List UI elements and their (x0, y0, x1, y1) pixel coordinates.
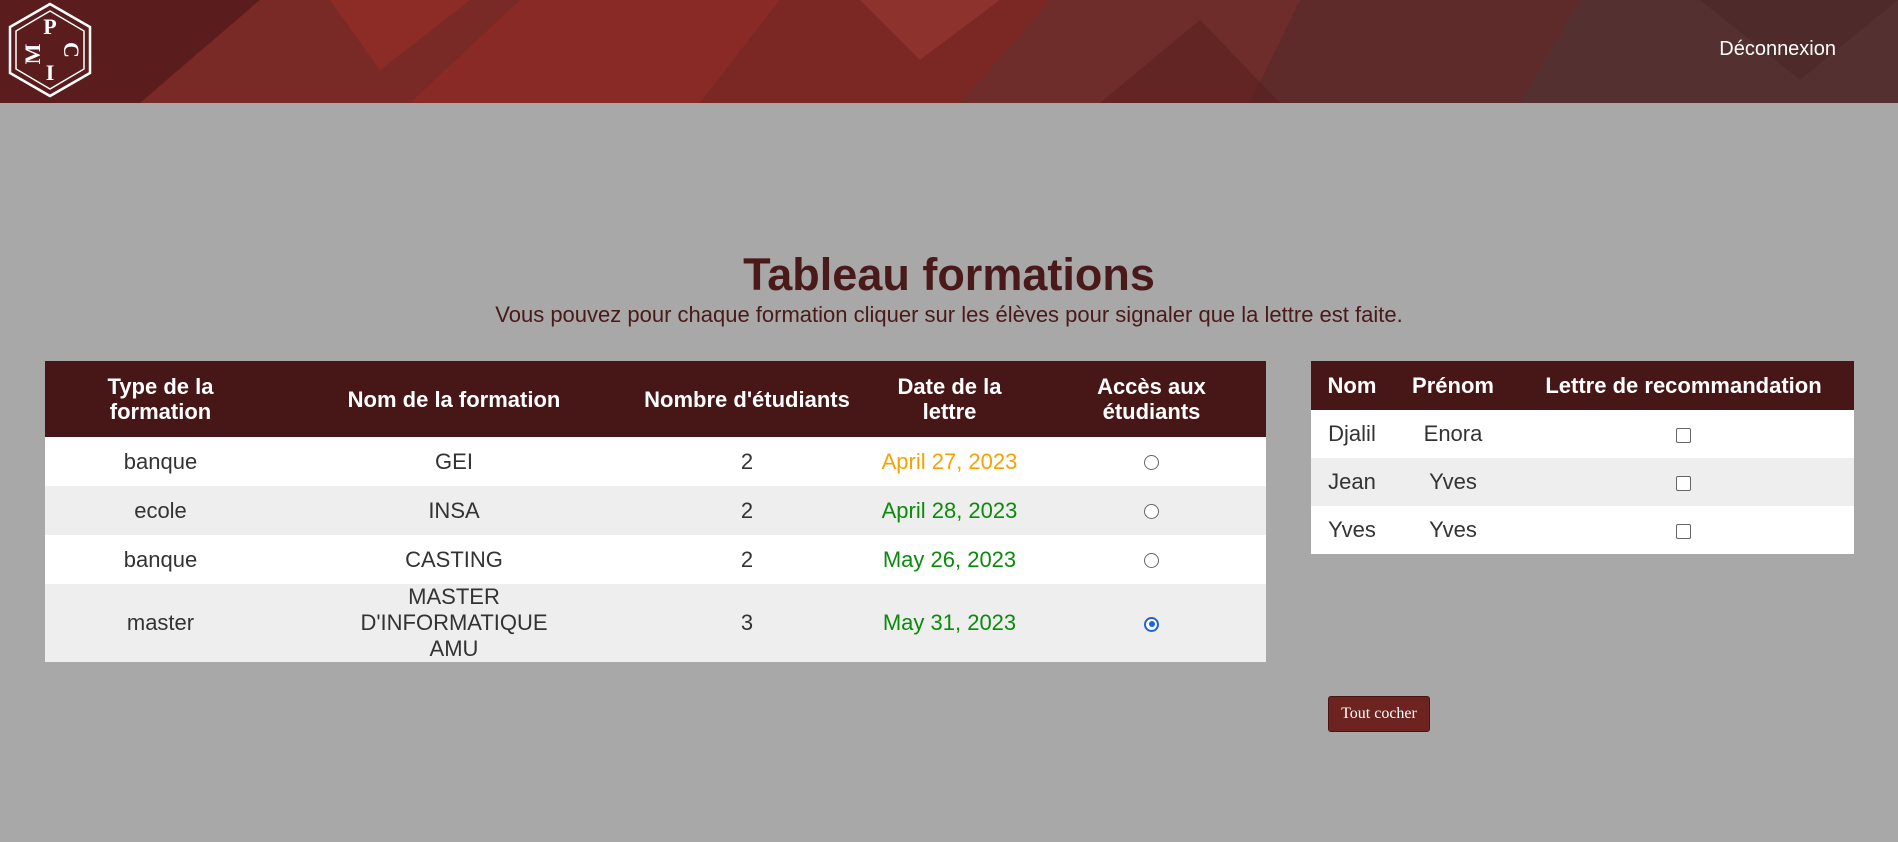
formation-count-cell: 3 (632, 584, 862, 662)
student-row: Yves Yves (1311, 506, 1854, 554)
formation-type-cell: banque (45, 535, 276, 584)
check-all-button[interactable]: Tout cocher (1328, 696, 1430, 732)
svg-text:M: M (20, 43, 45, 64)
access-radio[interactable] (1144, 553, 1159, 569)
page-title: Tableau formations (743, 249, 1155, 300)
access-cell (1037, 437, 1266, 486)
access-cell (1037, 535, 1266, 584)
svg-text:C: C (59, 42, 84, 58)
formations-header-row: Type de la formation Nom de la formation… (45, 361, 1266, 437)
mpci-logo[interactable]: M P C I (2, 2, 98, 98)
formation-count-cell: 2 (632, 437, 862, 486)
student-prenom-cell: Enora (1393, 410, 1513, 458)
formation-type-cell: ecole (45, 486, 276, 535)
access-radio[interactable] (1144, 455, 1159, 471)
formation-name-cell: GEI (276, 437, 632, 486)
formation-date-cell: May 31, 2023 (862, 584, 1037, 662)
formation-row[interactable]: banque GEI 2 April 27, 2023 (45, 437, 1266, 486)
letter-cell (1513, 410, 1854, 458)
students-table: Nom Prénom Lettre de recommandation Djal… (1311, 361, 1854, 554)
col-header-count: Nombre d'étudiants (632, 361, 862, 437)
letter-checkbox[interactable] (1676, 427, 1691, 443)
col-header-prenom: Prénom (1393, 361, 1513, 410)
top-banner: M P C I Déconnexion (0, 0, 1898, 103)
access-cell (1037, 584, 1266, 662)
svg-text:I: I (46, 60, 55, 85)
formation-name-cell: MASTER D'INFORMATIQUE AMU (276, 584, 632, 662)
access-radio[interactable] (1144, 504, 1159, 520)
letter-cell (1513, 458, 1854, 506)
formation-name-cell: CASTING (276, 535, 632, 584)
col-header-access: Accès aux étudiants (1037, 361, 1266, 437)
students-header-row: Nom Prénom Lettre de recommandation (1311, 361, 1854, 410)
svg-text:P: P (43, 14, 56, 39)
student-prenom-cell: Yves (1393, 458, 1513, 506)
formation-date-cell: May 26, 2023 (862, 535, 1037, 584)
student-nom-cell: Djalil (1311, 410, 1393, 458)
formation-row[interactable]: ecole INSA 2 April 28, 2023 (45, 486, 1266, 535)
col-header-type: Type de la formation (45, 361, 276, 437)
access-cell (1037, 486, 1266, 535)
formation-date-cell: April 27, 2023 (862, 437, 1037, 486)
formation-type-cell: master (45, 584, 276, 662)
formations-table: Type de la formation Nom de la formation… (45, 361, 1266, 662)
letter-cell (1513, 506, 1854, 554)
logout-link[interactable]: Déconnexion (1719, 38, 1836, 61)
formation-row[interactable]: banque CASTING 2 May 26, 2023 (45, 535, 1266, 584)
formation-name-cell: INSA (276, 486, 632, 535)
page-subtitle: Vous pouvez pour chaque formation clique… (495, 302, 1403, 327)
col-header-date: Date de la lettre (862, 361, 1037, 437)
col-header-letter: Lettre de recommandation (1513, 361, 1854, 410)
student-nom-cell: Yves (1311, 506, 1393, 554)
student-row: Jean Yves (1311, 458, 1854, 506)
access-radio[interactable] (1144, 616, 1159, 632)
student-nom-cell: Jean (1311, 458, 1393, 506)
col-header-nom: Nom (1311, 361, 1393, 410)
letter-checkbox[interactable] (1676, 523, 1691, 539)
formation-row[interactable]: master MASTER D'INFORMATIQUE AMU 3 May 31, … (45, 584, 1266, 662)
formation-type-cell: banque (45, 437, 276, 486)
formation-count-cell: 2 (632, 535, 862, 584)
banner-background (0, 0, 1898, 103)
student-row: Djalil Enora (1311, 410, 1854, 458)
col-header-name: Nom de la formation (276, 361, 632, 437)
formation-date-cell: April 28, 2023 (862, 486, 1037, 535)
formation-count-cell: 2 (632, 486, 862, 535)
student-prenom-cell: Yves (1393, 506, 1513, 554)
letter-checkbox[interactable] (1676, 475, 1691, 491)
